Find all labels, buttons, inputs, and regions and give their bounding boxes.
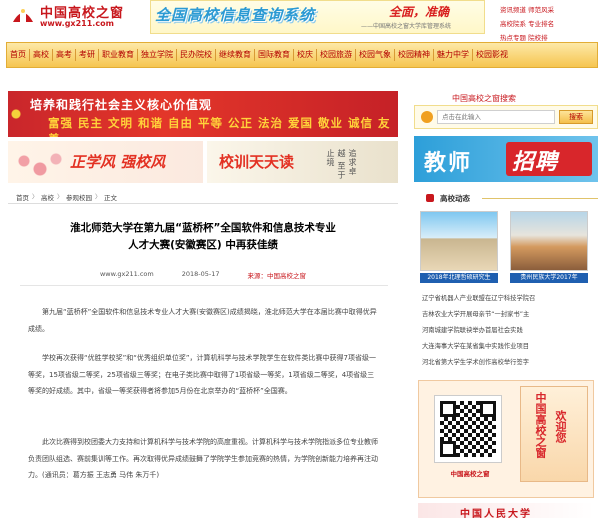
breadcrumb: 首页 〉 高校 〉 参观校园 〉 正文 xyxy=(8,190,398,204)
teacher-recruitment-banner[interactable]: 教师 招聘 xyxy=(414,136,598,182)
logo-url[interactable]: www.gx211.com xyxy=(40,19,114,28)
recruitment-text-teacher: 教师 xyxy=(424,151,473,176)
search-input[interactable] xyxy=(437,110,555,124)
search-section-title: 中国高校之窗搜索 xyxy=(452,94,516,103)
flower-decoration xyxy=(8,91,30,137)
banner-subtitle: ——中国高校之窗大学库管理系统 xyxy=(361,23,452,30)
search-icon xyxy=(421,111,433,123)
article-paragraph: 第九届“蓝桥杯”全国软件和信息技术专业人才大赛(安徽赛区)成绩揭晓，淮北师范大学… xyxy=(28,308,377,333)
breadcrumb-current: 正文 xyxy=(104,193,118,202)
nav-item-international[interactable]: 国际教育 xyxy=(255,49,294,61)
nav-item-universities[interactable]: 高校 xyxy=(30,49,53,61)
banner-title: 全国高校信息查询系统 xyxy=(155,6,316,24)
news-list-item[interactable]: 辽宁省机器人产业联盟在辽宁科技学院召 xyxy=(422,293,598,302)
breadcrumb-separator: 〉 xyxy=(57,194,64,201)
thumbnail-caption[interactable]: 2018年北理哲硕研究生 xyxy=(420,273,498,283)
core-values-banner[interactable]: 培养和践行社会主义核心价值观 富强 民主 文明 和谐 自由 平等 公正 法治 爱… xyxy=(8,91,398,137)
qr-caption: 中国高校之窗 xyxy=(450,470,490,478)
nav-item-campus-travel[interactable]: 校园旅游 xyxy=(317,49,356,61)
qr-finder-icon xyxy=(480,401,496,417)
university-ad-banner[interactable]: 中国人民大学 xyxy=(418,503,594,518)
nav-item-vocational[interactable]: 职业教育 xyxy=(99,49,138,61)
news-list-item[interactable]: 河北省第大学生学术创作高校举行签字 xyxy=(422,357,598,366)
news-list-item[interactable]: 河南城建学院联袂举办首届社会实践 xyxy=(422,325,598,334)
nav-item-gaokao[interactable]: 高考 xyxy=(53,49,76,61)
breadcrumb-separator: 〉 xyxy=(95,194,102,201)
nav-item-private[interactable]: 民办院校 xyxy=(177,49,216,61)
news-thumbnail[interactable] xyxy=(420,211,498,271)
article-source: 来源：中国高校之窗 xyxy=(247,272,307,280)
nav-item-campus-video[interactable]: 校园影视 xyxy=(473,49,511,61)
article-title: 淮北师范大学在第九届“蓝桥杯”全国软件和信息技术专业 xyxy=(70,222,336,234)
core-values-list: 富强 民主 文明 和谐 自由 平等 公正 法治 爱国 敬业 诚信 友善 xyxy=(48,116,391,137)
breadcrumb-universities[interactable]: 高校 xyxy=(41,192,54,202)
article-title-continued: 人才大赛(安徽赛区) 中再获佳绩 xyxy=(128,239,278,251)
plum-blossom-image xyxy=(14,149,66,179)
nav-item-continuing[interactable]: 继续教育 xyxy=(216,49,255,61)
breadcrumb-campus-visit[interactable]: 参观校园 xyxy=(66,192,92,202)
article-paragraph: 学校再次获得“优胜学校奖”和“优秀组织单位奖”，计算机科学与技术学院学生在软件类… xyxy=(28,354,376,395)
news-icon xyxy=(426,194,434,202)
calligraphy-decoration: 追求卓越 至于止境 xyxy=(326,149,357,180)
article-meta: www.gx211.com 2018-05-17 来源：中国高校之窗 xyxy=(8,270,398,280)
school-motto-text: 校训天天读 xyxy=(219,153,295,171)
header-quick-links: 资讯频道 师范风采 高校院系 专业排名 热点专题 院校排 xyxy=(500,4,600,46)
study-style-text: 正学风 强校风 xyxy=(70,153,166,171)
banner-slogan: 全面，准确 xyxy=(389,5,450,19)
article-site[interactable]: www.gx211.com xyxy=(100,270,154,280)
study-style-banner[interactable]: 正学风 强校风 xyxy=(8,141,203,183)
nav-item-postgrad[interactable]: 考研 xyxy=(76,49,99,61)
promo-text: 中国高校之窗 xyxy=(534,392,547,458)
news-section-header: 高校动态 xyxy=(414,192,598,204)
news-list-item[interactable]: 吉林农业大学开展母亲节“一封家书”主 xyxy=(422,309,598,318)
divider xyxy=(482,198,598,199)
quick-link[interactable]: 高校院系 专业排名 xyxy=(500,18,600,28)
logo-icon[interactable] xyxy=(10,4,36,26)
top-ad-banner[interactable]: 全国高校信息查询系统 全面，准确 ——中国高校之窗大学库管理系统 xyxy=(150,0,485,34)
main-nav: 首页 高校 高考 考研 职业教育 独立学院 民办院校 继续教育 国际教育 校庆 … xyxy=(6,42,598,68)
nav-item-anniversary[interactable]: 校庆 xyxy=(294,49,317,61)
news-thumbnail[interactable] xyxy=(510,211,588,271)
breadcrumb-separator: 〉 xyxy=(32,194,39,201)
recruitment-text-hiring: 招聘 xyxy=(512,150,559,175)
nav-item-campus-spirit[interactable]: 校园精神 xyxy=(395,49,434,61)
nav-item-home[interactable]: 首页 xyxy=(7,49,30,61)
article-paragraph: 此次比赛得到校团委大力支持和计算机科学与技术学院的高度重视。计算机科学与技术学院… xyxy=(28,438,378,479)
site-header: 中国高校之窗 www.gx211.com 全国高校信息查询系统 全面，准确 ——… xyxy=(0,0,600,42)
news-section-title: 高校动态 xyxy=(440,194,470,203)
news-list-item[interactable]: 大连海事大学在某省集中实践作业项目 xyxy=(422,341,598,350)
search-button[interactable]: 搜索 xyxy=(559,110,593,124)
nav-item-high-school[interactable]: 魅力中学 xyxy=(434,49,473,61)
promo-text: 欢迎您 xyxy=(554,410,567,443)
qr-finder-icon xyxy=(440,441,456,457)
search-panel: 搜索 xyxy=(414,105,598,129)
quick-link[interactable]: 资讯频道 师范风采 xyxy=(500,4,600,14)
quick-link[interactable]: 热点专题 院校排 xyxy=(500,32,600,42)
university-ad-text: 中国人民大学 xyxy=(460,509,532,518)
breadcrumb-home[interactable]: 首页 xyxy=(16,192,29,202)
thumbnail-caption[interactable]: 贵州民族大学2017年 xyxy=(510,273,588,283)
school-motto-banner[interactable]: 校训天天读 追求卓越 至于止境 xyxy=(207,141,398,183)
nav-item-independent[interactable]: 独立学院 xyxy=(138,49,177,61)
core-values-title: 培养和践行社会主义核心价值观 xyxy=(30,98,213,112)
qr-finder-icon xyxy=(440,401,456,417)
nav-item-campus-weather[interactable]: 校园气象 xyxy=(356,49,395,61)
divider xyxy=(20,285,388,286)
article-date: 2018-05-17 xyxy=(181,270,220,278)
search-section-header: 中国高校之窗搜索 xyxy=(414,91,598,105)
